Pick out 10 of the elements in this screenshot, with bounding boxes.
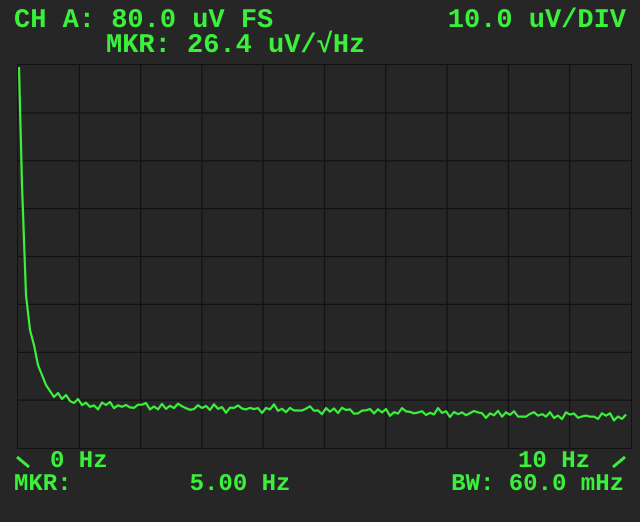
marker-reading: MKR: 26.4 uV/√Hz: [106, 31, 366, 61]
channel-scale: CH A: 80.0 uV FS: [14, 8, 274, 34]
division-scale: 10.0 uV/DIV: [448, 8, 626, 34]
marker-frequency: 5.00 Hz: [190, 473, 290, 497]
marker-tick-icon: [612, 456, 626, 468]
start-frequency: 0 Hz: [50, 451, 108, 473]
stop-frequency: 10 Hz: [518, 451, 590, 473]
bandwidth: BW: 60.0 mHz: [451, 473, 624, 497]
marker-tick-icon: [16, 456, 30, 468]
marker-label: MKR:: [14, 473, 72, 497]
